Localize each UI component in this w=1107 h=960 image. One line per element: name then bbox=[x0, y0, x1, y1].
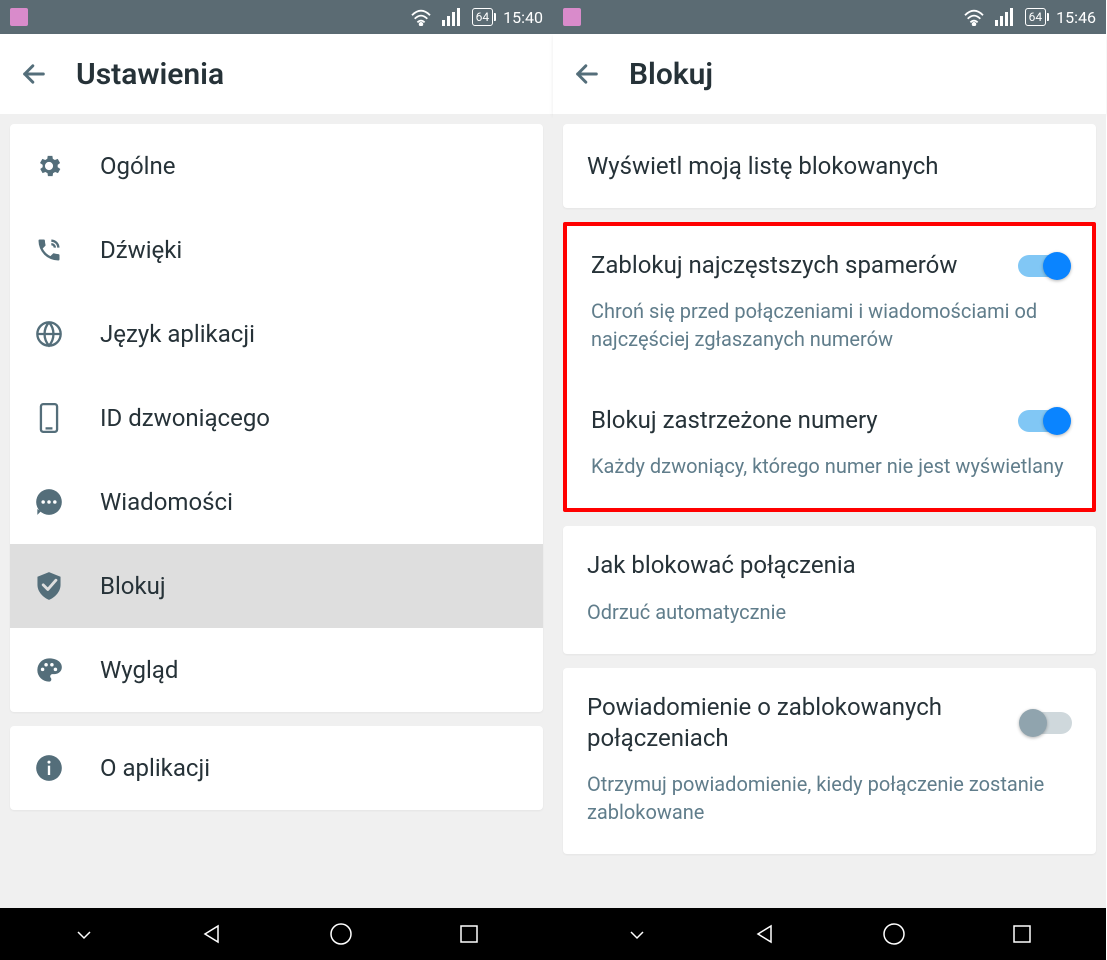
clock: 15:46 bbox=[1056, 8, 1096, 27]
view-blocklist-card[interactable]: Wyświetl moją listę blokowanych bbox=[563, 124, 1096, 208]
nav-menu-icon[interactable] bbox=[624, 921, 650, 947]
battery-indicator: 64 bbox=[1025, 8, 1047, 26]
highlight-annotation: Zablokuj najczęstszych spamerów Chroń si… bbox=[563, 222, 1096, 512]
notification-icon bbox=[10, 8, 28, 26]
menu-label: Język aplikacji bbox=[100, 320, 255, 348]
nav-recent-icon[interactable] bbox=[1009, 921, 1035, 947]
block-private-subtitle: Każdy dzwoniący, którego numer nie jest … bbox=[591, 452, 1068, 480]
block-spam-subtitle: Chroń się przed połączeniami i wiadomośc… bbox=[591, 297, 1068, 353]
menu-item-block[interactable]: Blokuj bbox=[10, 544, 543, 628]
phone-left: 64 15:40 Ustawienia Ogólne Dźwięki bbox=[0, 0, 553, 960]
block-private-toggle[interactable] bbox=[1018, 410, 1068, 432]
app-header: Blokuj bbox=[553, 34, 1106, 114]
notify-title: Powiadomienie o zablokowanych połączenia… bbox=[587, 692, 1006, 754]
notify-subtitle: Otrzymuj powiadomienie, kiedy połączenie… bbox=[587, 770, 1072, 826]
nav-bar bbox=[0, 908, 553, 960]
how-block-subtitle: Odrzuć automatycznie bbox=[587, 598, 1072, 626]
status-bar: 64 15:46 bbox=[553, 0, 1106, 34]
nav-back-icon[interactable] bbox=[199, 921, 225, 947]
notify-card: Powiadomienie o zablokowanych połączenia… bbox=[563, 668, 1096, 854]
notify-toggle[interactable] bbox=[1022, 712, 1072, 734]
menu-item-general[interactable]: Ogólne bbox=[10, 124, 543, 208]
page-title: Ustawienia bbox=[76, 57, 224, 92]
nav-home-icon[interactable] bbox=[881, 921, 907, 947]
back-icon[interactable] bbox=[20, 60, 48, 88]
menu-item-sounds[interactable]: Dźwięki bbox=[10, 208, 543, 292]
menu-item-language[interactable]: Język aplikacji bbox=[10, 292, 543, 376]
menu-label: Blokuj bbox=[100, 572, 166, 600]
wifi-icon bbox=[410, 8, 432, 26]
block-private-title: Blokuj zastrzeżone numery bbox=[591, 405, 1002, 436]
menu-label: Ogólne bbox=[100, 152, 176, 180]
menu-item-about[interactable]: O aplikacji bbox=[10, 726, 543, 810]
view-blocklist-label: Wyświetl moją listę blokowanych bbox=[563, 124, 1096, 208]
page-title: Blokuj bbox=[629, 57, 713, 92]
app-header: Ustawienia bbox=[0, 34, 553, 114]
menu-item-appearance[interactable]: Wygląd bbox=[10, 628, 543, 712]
about-card: O aplikacji bbox=[10, 726, 543, 810]
shield-icon bbox=[34, 571, 64, 601]
nav-recent-icon[interactable] bbox=[456, 921, 482, 947]
settings-content: Ogólne Dźwięki Język aplikacji ID dzwoni… bbox=[0, 114, 553, 908]
block-content: Wyświetl moją listę blokowanych Zablokuj… bbox=[553, 114, 1106, 908]
palette-icon bbox=[34, 655, 64, 685]
menu-label: Dźwięki bbox=[100, 236, 182, 264]
gear-icon bbox=[34, 151, 64, 181]
nav-bar bbox=[553, 908, 1106, 960]
settings-card: Ogólne Dźwięki Język aplikacji ID dzwoni… bbox=[10, 124, 543, 712]
menu-label: O aplikacji bbox=[100, 754, 210, 782]
block-spam-toggle[interactable] bbox=[1018, 255, 1068, 277]
message-icon bbox=[34, 487, 64, 517]
phone-sound-icon bbox=[34, 235, 64, 265]
info-icon bbox=[34, 753, 64, 783]
menu-label: ID dzwoniącego bbox=[100, 404, 270, 432]
nav-menu-icon[interactable] bbox=[71, 921, 97, 947]
menu-item-caller-id[interactable]: ID dzwoniącego bbox=[10, 376, 543, 460]
phone-right: 64 15:46 Blokuj Wyświetl moją listę blok… bbox=[553, 0, 1106, 960]
block-private-item[interactable]: Blokuj zastrzeżone numery Każdy dzwoniąc… bbox=[567, 381, 1092, 508]
how-block-title: Jak blokować połączenia bbox=[587, 550, 1072, 581]
back-icon[interactable] bbox=[573, 60, 601, 88]
how-block-card[interactable]: Jak blokować połączenia Odrzuć automatyc… bbox=[563, 526, 1096, 653]
menu-label: Wygląd bbox=[100, 656, 178, 684]
signal-icon bbox=[995, 8, 1015, 26]
block-spam-item[interactable]: Zablokuj najczęstszych spamerów Chroń si… bbox=[567, 226, 1092, 381]
menu-item-messages[interactable]: Wiadomości bbox=[10, 460, 543, 544]
globe-icon bbox=[34, 319, 64, 349]
block-spam-title: Zablokuj najczęstszych spamerów bbox=[591, 250, 1002, 281]
nav-back-icon[interactable] bbox=[752, 921, 778, 947]
wifi-icon bbox=[963, 8, 985, 26]
notification-icon bbox=[563, 8, 581, 26]
notify-item[interactable]: Powiadomienie o zablokowanych połączenia… bbox=[563, 668, 1096, 854]
menu-label: Wiadomości bbox=[100, 488, 233, 516]
clock: 15:40 bbox=[503, 8, 543, 27]
signal-icon bbox=[442, 8, 462, 26]
status-bar: 64 15:40 bbox=[0, 0, 553, 34]
nav-home-icon[interactable] bbox=[328, 921, 354, 947]
battery-indicator: 64 bbox=[472, 8, 494, 26]
phone-id-icon bbox=[34, 403, 64, 433]
